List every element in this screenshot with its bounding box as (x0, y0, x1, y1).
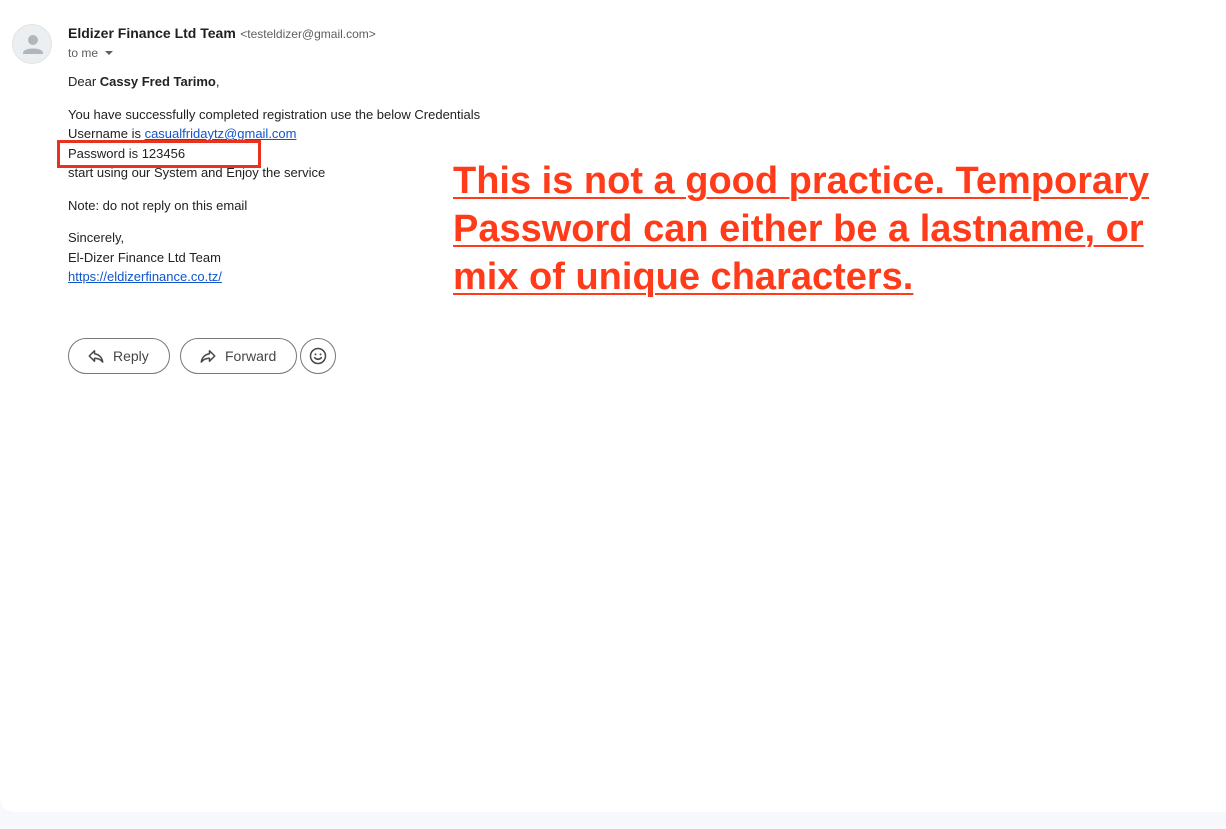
greeting-suffix: , (215, 74, 220, 89)
sign-off-line: Sincerely, (68, 230, 125, 245)
sender-email: <testeldizer@gmail.com> (240, 27, 376, 41)
add-reaction-button[interactable] (300, 338, 336, 374)
greeting-prefix: Dear (68, 74, 100, 89)
recipient-label: to me (68, 46, 99, 60)
password-highlight-box (57, 140, 261, 168)
annotation-text: This is not a good practice. Temporary P… (453, 160, 1150, 298)
person-icon (23, 35, 43, 54)
caret-down-icon[interactable] (104, 50, 114, 56)
sender-name[interactable]: Eldizer Finance Ltd Team (68, 25, 236, 41)
signature-name: El-Dizer Finance Ltd Team (68, 250, 221, 265)
website-link[interactable]: https://eldizerfinance.co.tz/ (68, 269, 222, 284)
reply-label: Reply (113, 348, 149, 364)
username-prefix: Username is (68, 126, 145, 141)
username-line: Username is casualfridaytz@gmail.com (68, 126, 297, 141)
reply-button[interactable]: Reply (68, 338, 170, 374)
recipient-full-name: Cassy Fred Tarimo (99, 74, 216, 89)
sender-avatar[interactable] (12, 24, 52, 64)
smiley-icon (309, 347, 327, 365)
forward-label: Forward (225, 348, 277, 364)
greeting-line: Dear Cassy Fred Tarimo, (68, 74, 220, 89)
username-email-link[interactable]: casualfridaytz@gmail.com (145, 126, 297, 141)
recipient-details-toggle[interactable]: to me (68, 46, 114, 60)
website-line: https://eldizerfinance.co.tz/ (68, 269, 222, 284)
intro-line: You have successfully completed registra… (68, 107, 481, 122)
forward-button[interactable]: Forward (180, 338, 298, 374)
sender-line: Eldizer Finance Ltd Team <testeldizer@gm… (68, 25, 376, 43)
forward-arrow-icon (200, 350, 216, 363)
note-line: Note: do not reply on this email (68, 198, 248, 213)
email-message-card: Eldizer Finance Ltd Team <testeldizer@gm… (0, 0, 1226, 812)
reply-arrow-icon (88, 350, 104, 363)
